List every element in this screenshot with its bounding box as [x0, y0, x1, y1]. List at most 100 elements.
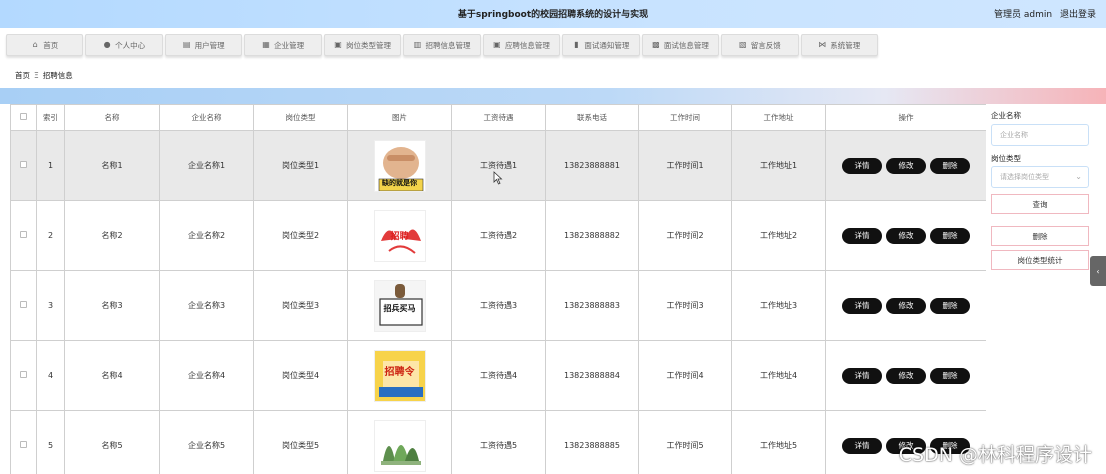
batch-delete-button[interactable]: 删除: [991, 226, 1089, 246]
recruit-table: 索引 名称 企业名称 岗位类型 图片 工资待遇 联系电话 工作时间 工作地址 操…: [10, 104, 986, 474]
column-header-salary: 工资待遇: [451, 104, 546, 131]
edit-button[interactable]: 修改: [886, 297, 926, 314]
address-cell: 工作地址4: [731, 340, 826, 411]
company-search-input[interactable]: 企业名称: [991, 124, 1089, 146]
table-row[interactable]: 1 名称1 企业名称1 岗位类型1 缺的就是你 工资待遇1 13823888881 工作时间1…: [10, 130, 986, 201]
collapse-handle[interactable]: ‹: [1090, 256, 1106, 286]
job-image-caption: 缺的就是你: [382, 178, 417, 187]
detail-button[interactable]: 详情: [842, 367, 882, 384]
table-row[interactable]: 5 名称5 企业名称5 岗位类型5 工资待遇5 13823888885 工作时间5 工作地址5…: [10, 410, 986, 474]
column-header-type: 岗位类型: [253, 104, 348, 131]
image-cell: 缺的就是你: [347, 130, 452, 201]
edit-button[interactable]: 修改: [886, 367, 926, 384]
job-image[interactable]: [373, 419, 426, 472]
image-cell: [347, 410, 452, 474]
image-cell: 招聘令: [347, 340, 452, 411]
salary-cell: 工资待遇4: [451, 340, 546, 411]
type-select[interactable]: 请选择岗位类型 ⌄: [991, 166, 1089, 188]
nav-item-8[interactable]: ▩ 面试信息管理: [641, 34, 720, 56]
nav-item-0[interactable]: ⌂ 首页: [6, 34, 84, 56]
type-stats-button[interactable]: 岗位类型统计: [991, 250, 1089, 270]
index-cell: 4: [36, 340, 65, 411]
watermark: CSDN @林科程序设计: [898, 444, 1092, 466]
edit-button[interactable]: 修改: [886, 157, 926, 174]
breadcrumb-home[interactable]: 首页: [15, 71, 30, 80]
phone-cell: 13823888882: [545, 200, 639, 271]
table-row[interactable]: 4 名称4 企业名称4 岗位类型4 招聘令 工资待遇4 13823888884 工作时间4 工作…: [10, 340, 986, 411]
detail-button[interactable]: 详情: [842, 297, 882, 314]
index-cell: 3: [36, 270, 65, 341]
table-row[interactable]: 2 名称2 企业名称2 岗位类型2 招聘 工资待遇2 13823888882 工作时间2 工作地…: [10, 200, 986, 271]
briefcase-icon: ▩: [652, 40, 660, 49]
address-cell: 工作地址1: [731, 130, 826, 201]
detail-button[interactable]: 详情: [842, 227, 882, 244]
chart-icon: ▥: [413, 40, 422, 49]
type-cell: 岗位类型3: [253, 270, 348, 341]
table-row[interactable]: 3 名称3 企业名称3 岗位类型3 招兵买马 工资待遇3 13823888883 工作时间3 工…: [10, 270, 986, 341]
row-select-cell: [10, 130, 37, 201]
grid-icon: ▦: [262, 40, 270, 49]
time-cell: 工作时间5: [638, 410, 732, 474]
recruit-table-container: 索引 名称 企业名称 岗位类型 图片 工资待遇 联系电话 工作时间 工作地址 操…: [10, 104, 986, 474]
row-checkbox[interactable]: [20, 441, 27, 448]
detail-button[interactable]: 详情: [842, 437, 882, 454]
detail-button[interactable]: 详情: [842, 157, 882, 174]
decorative-band: [0, 88, 1106, 104]
edit-button[interactable]: 修改: [886, 227, 926, 244]
nav-item-label: 用户管理: [194, 40, 225, 50]
time-cell: 工作时间3: [638, 270, 732, 341]
nav-item-5[interactable]: ▥ 招聘信息管理: [403, 34, 481, 56]
table-header-row: 索引 名称 企业名称 岗位类型 图片 工资待遇 联系电话 工作时间 工作地址 操…: [10, 104, 986, 131]
address-cell: 工作地址5: [731, 410, 826, 474]
name-cell: 名称5: [64, 410, 160, 474]
index-cell: 2: [36, 200, 65, 271]
name-cell: 名称4: [64, 340, 160, 411]
nav-item-2[interactable]: ▤ 用户管理: [164, 34, 243, 56]
nav-item-9[interactable]: ▧ 留言反馈: [721, 34, 799, 56]
delete-button[interactable]: 删除: [930, 157, 970, 174]
address-cell: 工作地址2: [731, 200, 826, 271]
row-checkbox[interactable]: [20, 301, 27, 308]
nav-item-7[interactable]: ▮ 面试通知管理: [562, 34, 640, 56]
name-cell: 名称2: [64, 200, 160, 271]
job-image[interactable]: 缺的就是你: [373, 139, 426, 192]
nav-item-label: 系统管理: [830, 40, 861, 50]
breadcrumb: 首页 Ξ 招聘信息: [15, 70, 73, 81]
type-cell: 岗位类型4: [253, 340, 348, 411]
company-cell: 企业名称1: [159, 130, 254, 201]
column-header-index: 索引: [36, 104, 65, 131]
job-image[interactable]: 招兵买马: [373, 279, 426, 332]
nav-item-label: 个人中心: [115, 40, 146, 50]
time-cell: 工作时间4: [638, 340, 732, 411]
user-area: 管理员 admin 退出登录: [989, 7, 1096, 20]
actions-cell: 详情 修改 删除: [825, 340, 986, 411]
column-header-actions: 操作: [825, 104, 986, 131]
job-image[interactable]: 招聘: [373, 209, 426, 262]
nav-item-10[interactable]: ⋈ 系统管理: [800, 34, 878, 56]
actions-cell: 详情 修改 删除: [825, 270, 986, 341]
select-all-checkbox[interactable]: [20, 113, 27, 120]
time-cell: 工作时间1: [638, 130, 732, 201]
nav-item-4[interactable]: ▣ 岗位类型管理: [323, 34, 402, 56]
nav-item-label: 面试通知管理: [584, 40, 630, 50]
job-image[interactable]: 招聘令: [373, 349, 426, 402]
job-image-caption: 招聘: [390, 231, 409, 242]
company-cell: 企业名称2: [159, 200, 254, 271]
delete-button[interactable]: 删除: [930, 297, 970, 314]
query-button[interactable]: 查询: [991, 194, 1089, 214]
home-icon: ⌂: [32, 40, 38, 49]
nav-item-6[interactable]: ▣ 应聘信息管理: [482, 34, 561, 56]
logout-link[interactable]: 退出登录: [1060, 10, 1096, 20]
nav-item-1[interactable]: ● 个人中心: [85, 34, 163, 56]
delete-button[interactable]: 删除: [930, 227, 970, 244]
nav-item-3[interactable]: ▦ 企业管理: [244, 34, 322, 56]
nav-item-label: 企业管理: [274, 40, 305, 50]
row-checkbox[interactable]: [20, 371, 27, 378]
row-checkbox[interactable]: [20, 231, 27, 238]
phone-cell: 13823888884: [545, 340, 639, 411]
row-checkbox[interactable]: [20, 161, 27, 168]
delete-button[interactable]: 删除: [930, 367, 970, 384]
chevron-down-icon: ⌄: [1075, 172, 1082, 181]
row-select-cell: [10, 410, 37, 474]
index-cell: 5: [36, 410, 65, 474]
